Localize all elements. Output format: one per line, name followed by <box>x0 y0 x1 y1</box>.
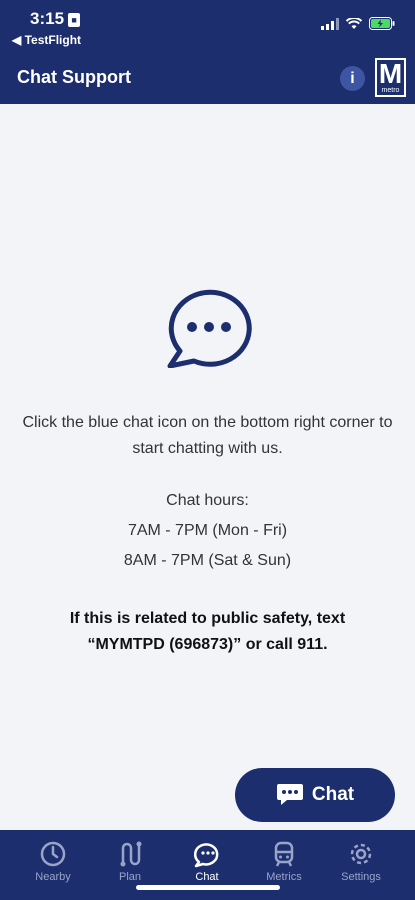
start-chat-button[interactable]: Chat <box>235 768 395 822</box>
status-icons <box>321 17 395 30</box>
tab-chat[interactable]: Chat <box>172 840 242 883</box>
chat-hours-label: Chat hours: <box>166 492 249 509</box>
chat-support-content: Click the blue chat icon on the bottom r… <box>0 104 415 830</box>
page-title: Chat Support <box>17 67 131 87</box>
metro-logo-letter: M <box>378 58 403 89</box>
status-time: 3:15 ■ <box>30 9 81 29</box>
back-to-testflight[interactable]: ◀ TestFlight <box>12 33 81 47</box>
tab-metrics[interactable]: Metrics <box>249 840 319 883</box>
metro-logo: M metro <box>375 58 406 97</box>
cellular-signal-icon <box>321 17 339 30</box>
tab-label-metrics: Metrics <box>266 871 302 883</box>
public-safety-notice: If this is related to public safety, tex… <box>69 610 346 653</box>
tab-label-settings: Settings <box>341 871 381 883</box>
route-icon <box>120 841 142 867</box>
chat-icon <box>194 843 219 868</box>
chat-instruction: Click the blue chat icon on the bottom r… <box>22 414 393 457</box>
gear-icon <box>350 843 372 865</box>
chat-bubble-icon <box>276 784 303 805</box>
clock-icon <box>40 841 66 867</box>
tab-label-plan: Plan <box>118 871 142 883</box>
tab-nearby[interactable]: Nearby <box>18 840 88 883</box>
start-chat-label: Chat <box>311 784 355 805</box>
weekend-hours: 8AM - 7PM (Sat & Sun) <box>123 552 292 569</box>
chat-bubble-illustration-icon <box>167 289 252 368</box>
train-icon <box>274 841 294 867</box>
weekday-hours: 7AM - 7PM (Mon - Fri) <box>127 522 288 539</box>
tab-label-nearby: Nearby <box>35 871 71 883</box>
battery-charging-icon <box>369 17 395 30</box>
info-icon: i <box>350 69 355 87</box>
app-header: 3:15 ■ ◀ TestFlight Chat Support i M metr… <box>0 0 415 104</box>
tab-settings[interactable]: Settings <box>326 840 396 883</box>
info-button[interactable]: i <box>340 66 365 91</box>
wifi-icon <box>346 17 362 29</box>
home-indicator <box>136 885 280 890</box>
tab-plan[interactable]: Plan <box>95 840 165 883</box>
tab-label-chat: Chat <box>195 871 219 883</box>
back-arrow-icon: ◀ <box>12 33 22 47</box>
lock-icon: ■ <box>68 13 81 27</box>
back-app-label: TestFlight <box>24 33 82 47</box>
metro-logo-word: metro <box>381 87 400 94</box>
